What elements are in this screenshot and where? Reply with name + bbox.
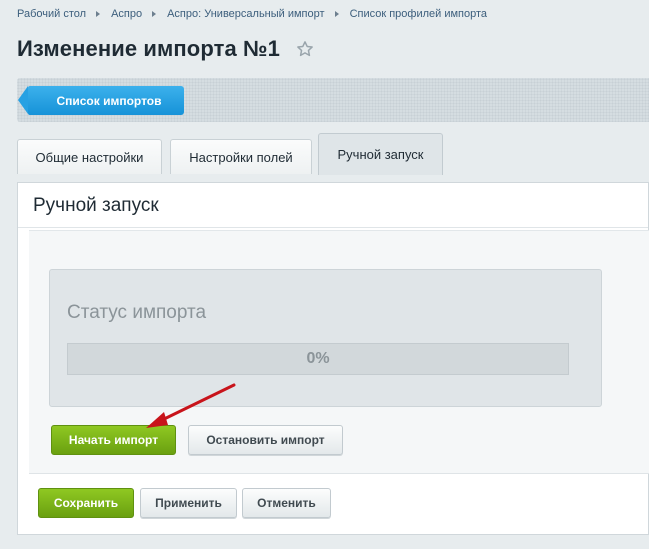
- red-arrow-annotation-icon: [146, 383, 236, 428]
- page-title: Изменение импорта №1: [17, 36, 280, 61]
- breadcrumb-separator-icon: [152, 11, 157, 17]
- status-title: Статус импорта: [67, 302, 207, 323]
- import-section: Статус импорта 0% Начать импорт Останови…: [29, 230, 649, 474]
- tab-general-settings[interactable]: Общие настройки: [17, 139, 162, 174]
- title-row: Изменение импорта №1: [17, 34, 316, 64]
- tab-field-settings[interactable]: Настройки полей: [170, 139, 312, 174]
- apply-button[interactable]: Применить: [140, 488, 237, 518]
- breadcrumb-item-desktop[interactable]: Рабочий стол: [17, 8, 86, 20]
- progress-bar: 0%: [67, 343, 569, 375]
- save-button[interactable]: Сохранить: [38, 488, 134, 518]
- panel-heading: Ручной запуск: [33, 195, 159, 216]
- page-root: Рабочий стол Аспро Аспро: Универсальный …: [0, 0, 649, 549]
- manual-run-panel: Ручной запуск Статус импорта 0% Начать и…: [17, 182, 649, 535]
- breadcrumb-separator-icon: [96, 11, 101, 17]
- breadcrumb: Рабочий стол Аспро Аспро: Универсальный …: [17, 7, 487, 21]
- divider: [18, 227, 648, 228]
- breadcrumb-item-profiles-list[interactable]: Список профилей импорта: [350, 8, 487, 20]
- status-box: Статус импорта 0%: [49, 269, 602, 407]
- star-icon[interactable]: [296, 39, 316, 59]
- toolbar: Список импортов: [17, 78, 649, 122]
- cancel-button[interactable]: Отменить: [242, 488, 331, 518]
- tab-manual-run[interactable]: Ручной запуск: [318, 133, 443, 175]
- progress-text: 0%: [306, 350, 330, 367]
- breadcrumb-item-universal-import[interactable]: Аспро: Универсальный импорт: [167, 8, 324, 20]
- imports-list-button[interactable]: Список импортов: [18, 86, 184, 115]
- breadcrumb-item-aspro[interactable]: Аспро: [111, 8, 142, 20]
- breadcrumb-separator-icon: [334, 11, 339, 17]
